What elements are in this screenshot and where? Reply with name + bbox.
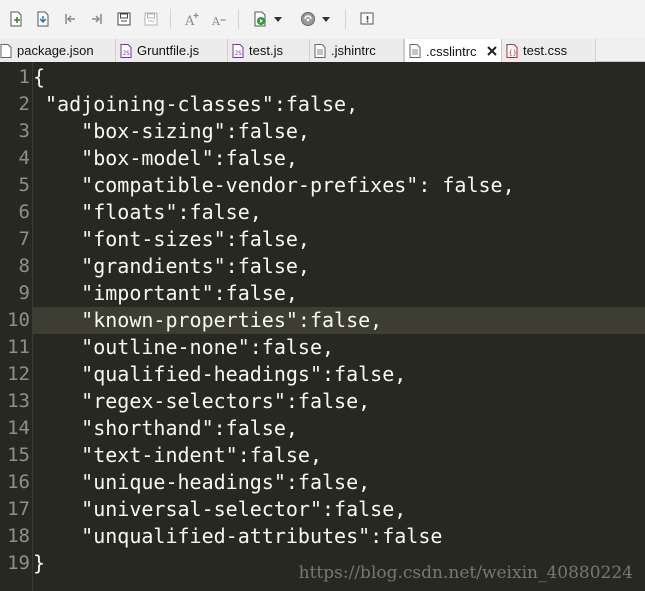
watermark: https://blog.csdn.net/weixin_40880224 bbox=[298, 563, 633, 583]
line-number: 19 bbox=[7, 552, 30, 574]
code-line[interactable]: "box-model":false, bbox=[33, 145, 645, 172]
code-line[interactable]: "adjoining-classes":false, bbox=[33, 91, 645, 118]
run-icon bbox=[254, 11, 266, 27]
tab-csslintrc[interactable]: .csslintrc bbox=[404, 39, 502, 63]
code-line[interactable]: { bbox=[33, 64, 645, 91]
code-line[interactable]: "compatible-vendor-prefixes": false, bbox=[33, 172, 645, 199]
js-file-icon: JS bbox=[232, 43, 244, 58]
svg-text:A: A bbox=[184, 14, 195, 27]
text-file-icon bbox=[314, 43, 326, 58]
font-decrease-icon: A bbox=[211, 15, 226, 27]
line-number: 18 bbox=[7, 525, 30, 547]
save-all-icon bbox=[144, 12, 158, 26]
code-line[interactable]: "universal-selector":false, bbox=[33, 496, 645, 523]
open-file-button[interactable] bbox=[32, 8, 54, 30]
tab-label: .jshintrc bbox=[331, 43, 376, 58]
svg-text:JS: JS bbox=[123, 50, 131, 57]
tab-label: Gruntfile.js bbox=[137, 43, 200, 58]
close-icon bbox=[486, 46, 497, 56]
toolbar-separator bbox=[345, 9, 346, 29]
line-number: 3 bbox=[18, 120, 30, 142]
code-line[interactable]: "floats":false, bbox=[33, 199, 645, 226]
tab-label: package.json bbox=[17, 43, 94, 58]
tab-package-json[interactable]: package.json bbox=[0, 39, 116, 62]
code-editor[interactable]: 1 2 3 4 5 6 7 8 9 10 11 12 13 14 15 16 1… bbox=[0, 62, 645, 591]
tab-label: test.js bbox=[249, 43, 283, 58]
tab-close-button[interactable] bbox=[486, 45, 498, 57]
toolbar: A A ! bbox=[0, 0, 645, 38]
line-number: 7 bbox=[18, 228, 30, 250]
save-button[interactable] bbox=[113, 8, 135, 30]
code-line[interactable]: "font-sizes":false, bbox=[33, 226, 645, 253]
code-line[interactable]: "text-indent":false, bbox=[33, 442, 645, 469]
tab-test-css[interactable]: {} test.css bbox=[502, 39, 596, 62]
tab-test-js[interactable]: JS test.js bbox=[228, 39, 310, 62]
line-number: 9 bbox=[18, 282, 30, 304]
info-icon: ! bbox=[360, 12, 374, 26]
line-number: 17 bbox=[7, 498, 30, 520]
info-button[interactable]: ! bbox=[356, 8, 378, 30]
line-number-gutter: 1 2 3 4 5 6 7 8 9 10 11 12 13 14 15 16 1… bbox=[0, 62, 33, 591]
tab-bar: package.json JS Gruntfile.js JS test.js … bbox=[0, 38, 645, 63]
code-line[interactable]: "important":false, bbox=[33, 280, 645, 307]
line-number: 1 bbox=[18, 66, 30, 88]
font-increase-button[interactable]: A bbox=[181, 8, 203, 30]
save-all-button[interactable] bbox=[140, 8, 162, 30]
new-file-icon bbox=[10, 11, 22, 27]
chevron-down-icon bbox=[274, 16, 282, 22]
code-line[interactable]: "unqualified-attributes":false bbox=[33, 523, 645, 550]
step-back-icon bbox=[65, 14, 75, 24]
debug-dropdown[interactable] bbox=[321, 8, 331, 30]
run-button[interactable] bbox=[249, 8, 271, 30]
line-number: 8 bbox=[18, 255, 30, 277]
code-line[interactable]: "shorthand":false, bbox=[33, 415, 645, 442]
step-back-button[interactable] bbox=[59, 8, 81, 30]
text-file-icon bbox=[409, 44, 421, 58]
new-file-button[interactable] bbox=[5, 8, 27, 30]
tab-label: test.css bbox=[523, 43, 568, 58]
chevron-down-icon bbox=[322, 16, 330, 22]
open-file-icon bbox=[37, 11, 49, 27]
line-number: 15 bbox=[7, 444, 30, 466]
font-decrease-button[interactable]: A bbox=[208, 8, 230, 30]
line-number: 4 bbox=[18, 147, 30, 169]
json-file-icon bbox=[0, 43, 12, 58]
code-line[interactable]: "grandients":false, bbox=[33, 253, 645, 280]
tab-label: .csslintrc bbox=[426, 43, 477, 59]
svg-text:!: ! bbox=[366, 16, 370, 26]
js-file-icon: JS bbox=[120, 43, 132, 58]
code-line[interactable]: "qualified-headings":false, bbox=[33, 361, 645, 388]
line-number: 11 bbox=[7, 336, 30, 358]
line-number: 12 bbox=[7, 363, 30, 385]
line-number: 5 bbox=[18, 174, 30, 196]
svg-text:{}: {} bbox=[509, 49, 517, 57]
svg-text:A: A bbox=[211, 15, 221, 27]
font-increase-icon: A bbox=[184, 13, 199, 27]
line-number: 10 bbox=[7, 309, 30, 331]
run-dropdown[interactable] bbox=[273, 8, 283, 30]
line-number: 6 bbox=[18, 201, 30, 223]
code-line[interactable]: "regex-selectors":false, bbox=[33, 388, 645, 415]
toolbar-separator bbox=[170, 9, 171, 29]
tab-jshintrc[interactable]: .jshintrc bbox=[310, 39, 404, 62]
line-number: 13 bbox=[7, 390, 30, 412]
toolbar-separator bbox=[238, 9, 239, 29]
code-line[interactable]: "unique-headings":false, bbox=[33, 469, 645, 496]
code-line-current[interactable]: "known-properties":false, bbox=[33, 307, 645, 334]
line-number: 2 bbox=[18, 93, 30, 115]
step-forward-icon bbox=[92, 14, 102, 24]
css-file-icon: {} bbox=[506, 43, 518, 58]
tab-gruntfile-js[interactable]: JS Gruntfile.js bbox=[116, 39, 228, 62]
save-icon bbox=[117, 12, 131, 26]
debug-icon bbox=[301, 12, 315, 26]
step-forward-button[interactable] bbox=[86, 8, 108, 30]
line-number: 14 bbox=[7, 417, 30, 439]
debug-button[interactable] bbox=[297, 8, 319, 30]
code-line[interactable]: "outline-none":false, bbox=[33, 334, 645, 361]
line-number: 16 bbox=[7, 471, 30, 493]
code-line[interactable]: "box-sizing":false, bbox=[33, 118, 645, 145]
svg-text:JS: JS bbox=[235, 50, 243, 57]
